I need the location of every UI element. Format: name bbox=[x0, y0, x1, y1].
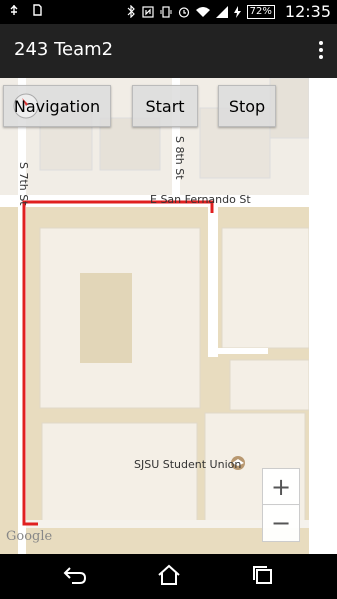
back-icon[interactable] bbox=[62, 564, 88, 586]
usb-icon bbox=[10, 5, 18, 15]
sd-card-icon bbox=[33, 4, 42, 16]
recent-apps-icon[interactable] bbox=[250, 564, 276, 586]
start-button[interactable]: Start bbox=[132, 85, 198, 127]
app-title: 243 Team2 bbox=[14, 39, 114, 60]
map-building bbox=[221, 227, 309, 349]
campus-path bbox=[208, 207, 218, 357]
zoom-in-label: + bbox=[270, 473, 292, 501]
zoom-out-label: − bbox=[270, 509, 292, 537]
map-building bbox=[229, 359, 309, 411]
map-building bbox=[41, 422, 198, 524]
stop-button-label: Stop bbox=[228, 96, 266, 116]
overflow-menu-icon[interactable] bbox=[317, 36, 325, 64]
courtyard bbox=[80, 273, 132, 363]
street-label-8th: S 8th St bbox=[173, 136, 186, 180]
map-view[interactable]: E San Fernando St S 7th St S 8th St SJSU… bbox=[0, 78, 309, 554]
poi-label: SJSU Student Union bbox=[134, 458, 242, 471]
nfc-icon bbox=[142, 5, 154, 18]
vibrate-icon bbox=[160, 5, 172, 18]
start-button-label: Start bbox=[145, 96, 185, 116]
street-label-san-fernando: E San Fernando St bbox=[150, 193, 251, 206]
alarm-icon bbox=[178, 6, 189, 18]
system-nav-bar bbox=[0, 554, 337, 599]
navigation-button-label: Navigation bbox=[13, 96, 101, 116]
stop-button[interactable]: Stop bbox=[218, 85, 276, 127]
screen-edge bbox=[309, 78, 337, 554]
wifi-icon bbox=[195, 6, 210, 17]
navigation-button[interactable]: Navigation bbox=[3, 85, 111, 127]
charging-icon bbox=[233, 5, 241, 18]
action-bar: 243 Team2 bbox=[0, 24, 337, 78]
clock: 12:35 bbox=[284, 2, 331, 21]
zoom-in-button[interactable]: + bbox=[262, 468, 300, 506]
google-attribution: Google bbox=[6, 529, 53, 544]
campus-path bbox=[208, 348, 268, 354]
zoom-out-button[interactable]: − bbox=[262, 504, 300, 542]
status-bar: 72% 12:35 bbox=[0, 0, 337, 24]
signal-icon bbox=[215, 5, 228, 18]
battery-level: 72% bbox=[246, 4, 275, 19]
campus-area bbox=[0, 207, 18, 554]
bluetooth-icon bbox=[127, 5, 135, 18]
home-icon[interactable] bbox=[156, 564, 182, 586]
street-label-7th: S 7th St bbox=[17, 162, 30, 206]
